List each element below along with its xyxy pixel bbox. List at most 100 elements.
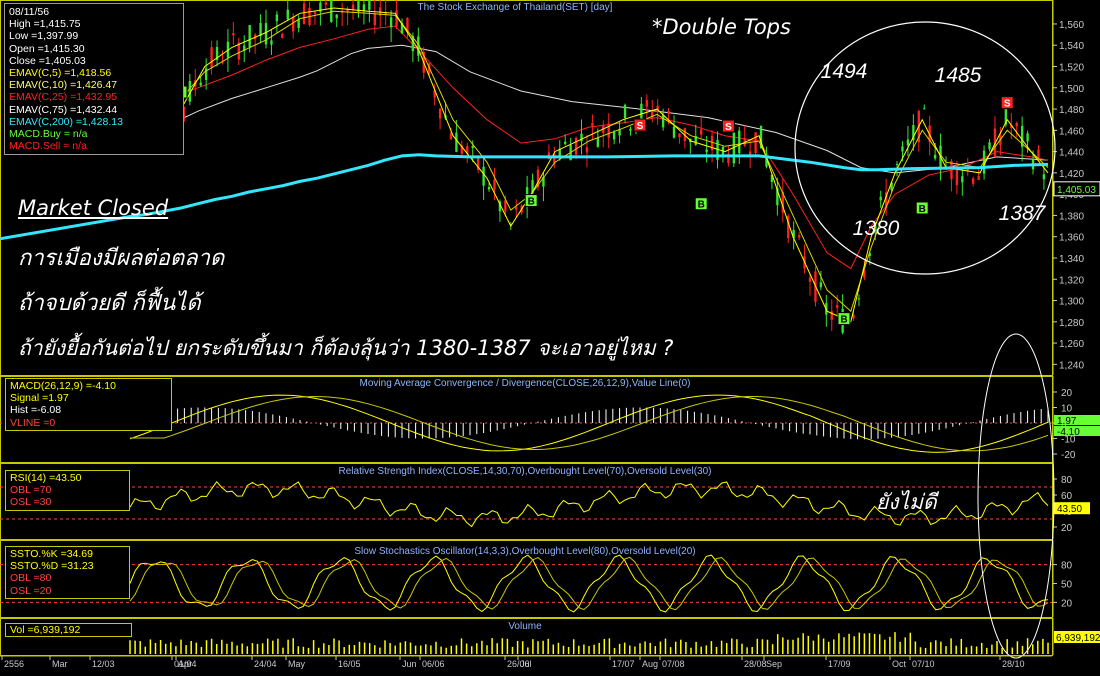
candle-body	[585, 147, 589, 153]
price-tick-label: 1,560	[1059, 20, 1084, 31]
candle-body	[961, 176, 964, 183]
market-closed-label: Market Closed	[18, 196, 169, 220]
thai-comment-line-1: การเมืองมีผลต่อตลาด	[18, 246, 225, 271]
macd-info-row: Hist =-6.08	[10, 404, 62, 417]
candle-body	[199, 82, 202, 86]
candle-body	[580, 133, 583, 142]
candle-body	[438, 108, 442, 119]
sell-signal-label: S	[1004, 99, 1011, 110]
ssto-info-box: SSTO.%K =34.69 SSTO.%D =31.23 OBL =80 OSL =…	[5, 546, 130, 599]
volume-title: Volume	[508, 621, 542, 632]
x-tick-label: May	[288, 659, 306, 669]
candle-body	[275, 14, 279, 22]
candle-body	[754, 132, 757, 153]
price-info-row: Open =1,415.30	[9, 42, 85, 55]
x-tick-label: Apr	[178, 659, 192, 669]
sell-signal-label: S	[637, 121, 644, 132]
price-info-row: EMAV(C,75) =1,432.44	[9, 103, 118, 116]
candle-body	[292, 17, 295, 32]
candle-body	[1042, 174, 1046, 180]
annotation-1387: 1387	[999, 202, 1047, 225]
x-tick-label: Jun	[402, 659, 417, 669]
candle-body	[629, 128, 632, 131]
x-tick-label: Mar	[52, 659, 68, 669]
candle-body	[362, 4, 366, 11]
price-tick-label: 1,300	[1059, 297, 1084, 308]
candle-body	[351, 4, 355, 10]
annotation-1485: 1485	[935, 64, 982, 87]
price-info-row: High =1,415.75	[9, 18, 81, 31]
price-info-row: Close =1,405.03	[9, 54, 86, 67]
macd-info-box: MACD(26,12,9) =-4.10 Signal =1.97 Hist =-6…	[5, 378, 172, 431]
rsi-info-box: RSI(14) =43.50 OBL =70 OSL =30	[5, 470, 130, 511]
candle-body	[895, 163, 899, 165]
x-tick-label: 06/06	[422, 659, 445, 669]
macd-title: Moving Average Convergence / Divergence(…	[360, 378, 691, 389]
candle-body	[286, 9, 289, 20]
candle-body	[373, 13, 376, 26]
candle-body	[471, 146, 474, 148]
ssto-tick-label: 80	[1061, 561, 1073, 572]
macd-info-row: MACD(26,12,9) =-4.10	[10, 380, 116, 392]
candle-body	[612, 131, 616, 140]
price-info-row: Low =1,397.99	[9, 30, 79, 43]
x-tick-label: Aug	[642, 659, 658, 669]
candle-body	[705, 149, 708, 153]
price-info-row: 08/11/56	[9, 6, 50, 18]
candle-body	[504, 200, 507, 212]
price-info-row: EMAV(C,10) =1,426.47	[9, 79, 118, 92]
ema10-line	[129, 10, 1049, 313]
ssto-title: Slow Stochastics Oscillator(14,3,3),Over…	[354, 546, 695, 557]
macd-signal-line	[130, 395, 1049, 452]
candle-body	[210, 47, 213, 68]
candle-body	[678, 133, 681, 138]
ema5-line	[129, 7, 1049, 323]
double-tops-label: *Double Tops	[652, 15, 791, 39]
candle-body	[270, 40, 273, 45]
x-tick-label: 2556	[4, 659, 24, 669]
candle-body	[819, 282, 823, 288]
ssto-info-row: OBL =80	[10, 572, 52, 585]
indicator-ellipse	[977, 333, 1055, 659]
rsi-info-row: OBL =70	[10, 484, 52, 497]
candle-body	[591, 122, 594, 127]
candle-body	[264, 23, 268, 45]
rsi-title: Relative Strength Index(CLOSE,14,30,70),…	[339, 466, 712, 477]
x-tick-label: 12/03	[92, 659, 115, 669]
price-tick-label: 1,460	[1059, 126, 1084, 137]
candle-body	[661, 114, 665, 128]
ssto-tick-label: 50	[1061, 580, 1073, 591]
candle-body	[836, 305, 839, 308]
rsi-info-row: OSL =30	[10, 496, 52, 509]
macd-value: -4.10	[1057, 427, 1080, 438]
price-tick-label: 1,360	[1059, 233, 1084, 244]
x-tick-label: Jul	[520, 659, 532, 669]
buy-signal-label: B	[919, 204, 926, 215]
candle-body	[672, 126, 676, 138]
candle-body	[966, 169, 969, 171]
macd-info-row: VLINE =0	[10, 416, 56, 429]
candle-body	[923, 108, 926, 110]
price-tick-label: 1,420	[1059, 169, 1084, 180]
price-tick-label: 1,320	[1059, 275, 1084, 286]
candle-body	[515, 207, 518, 210]
ssto-info-row: OSL =20	[10, 584, 52, 597]
candle-body	[487, 187, 491, 190]
ema25-line	[129, 25, 1049, 270]
candle-body	[879, 196, 882, 201]
candle-body	[281, 33, 284, 39]
candle-body	[950, 160, 953, 180]
ssto-info-row: SSTO.%D =31.23	[10, 560, 94, 573]
candle-body	[977, 175, 980, 180]
volume-value: 6,939,192	[1056, 633, 1100, 644]
price-tick-label: 1,500	[1059, 84, 1084, 95]
price-tick-label: 1,260	[1059, 339, 1084, 350]
price-tick-label: 1,540	[1059, 41, 1084, 52]
candle-body	[335, 14, 338, 19]
price-info-box: 08/11/56 High =1,415.75 Low =1,397.99 Open …	[4, 3, 184, 156]
candle-body	[368, 0, 371, 10]
x-tick-label: Oct	[892, 659, 907, 669]
rsi-tick-label: 80	[1061, 475, 1073, 486]
x-tick-label: 17/07	[612, 659, 635, 669]
buy-signal-label: B	[840, 315, 847, 326]
